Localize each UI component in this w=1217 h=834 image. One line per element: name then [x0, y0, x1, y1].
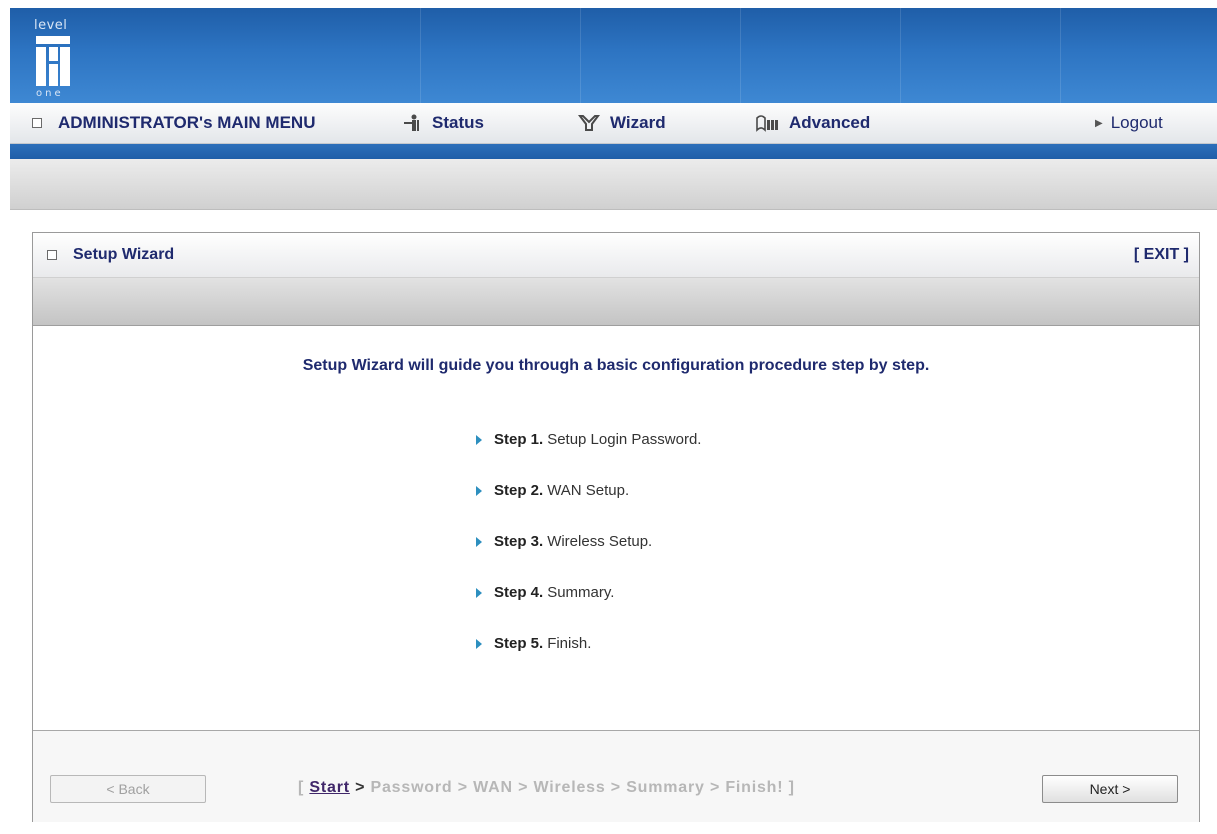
step-number: Step 1. [494, 431, 544, 448]
menu-logout-label: Logout [1110, 113, 1163, 132]
header-stripe [580, 8, 581, 103]
header-banner: level one [10, 8, 1217, 103]
step-item: Step 4. Summary. [476, 584, 701, 635]
header-stripe [1060, 8, 1061, 103]
menu-wizard[interactable]: Wizard [578, 103, 666, 143]
steps-list: Step 1. Setup Login Password. Step 2. WA… [476, 431, 701, 686]
triangle-bullet-icon [476, 435, 482, 445]
menu-wizard-label: Wizard [610, 113, 666, 132]
exit-link[interactable]: [ EXIT ] [1134, 246, 1189, 264]
step-number: Step 3. [494, 533, 544, 550]
back-button[interactable]: < Back [50, 775, 206, 803]
triangle-bullet-icon [476, 588, 482, 598]
setup-wizard-panel: Setup Wizard [ EXIT ] Setup Wizard will … [32, 232, 1200, 822]
step-text: Summary. [547, 584, 615, 601]
next-button[interactable]: Next > [1042, 775, 1178, 803]
crumb-start[interactable]: Start [309, 779, 349, 796]
crumb-open-bracket: [ [298, 779, 305, 796]
step-item: Step 2. WAN Setup. [476, 482, 701, 533]
panel-title-bar: Setup Wizard [ EXIT ] [33, 233, 1199, 278]
levelone-logo: level one [32, 18, 84, 103]
wizard-icon [578, 114, 600, 132]
menu-logout[interactable]: ▶ Logout [1095, 103, 1163, 143]
crumb-remaining: Password > WAN > Wireless > Summary > Fi… [370, 779, 795, 796]
menu-status[interactable]: Status [402, 103, 484, 143]
header-stripe [420, 8, 421, 103]
step-text: Finish. [547, 635, 592, 652]
panel-title-label: Setup Wizard [73, 246, 175, 263]
triangle-bullet-icon [476, 486, 482, 496]
wizard-footer: < Back [ Start > Password > WAN > Wirele… [33, 730, 1199, 822]
menu-advanced-label: Advanced [789, 113, 871, 132]
wizard-intro-text: Setup Wizard will guide you through a ba… [302, 357, 930, 374]
square-bullet-icon [32, 118, 42, 128]
triangle-bullet-icon [476, 639, 482, 649]
menu-status-label: Status [432, 113, 484, 132]
panel-title: Setup Wizard [47, 246, 174, 264]
step-text: Setup Login Password. [547, 431, 702, 448]
main-menu-bar: ADMINISTRATOR's MAIN MENU Status Wizard [10, 103, 1217, 144]
advanced-icon [755, 114, 779, 132]
step-number: Step 5. [494, 635, 544, 652]
menu-advanced[interactable]: Advanced [755, 103, 870, 143]
menu-admin-main[interactable]: ADMINISTRATOR's MAIN MENU [32, 103, 315, 143]
logo-text-bottom: one [36, 88, 64, 99]
logo-text-top: level [34, 18, 68, 33]
header-grey-band [10, 159, 1217, 210]
step-item: Step 1. Setup Login Password. [476, 431, 701, 482]
step-item: Step 3. Wireless Setup. [476, 533, 701, 584]
triangle-bullet-icon [476, 537, 482, 547]
wizard-progress-breadcrumb: [ Start > Password > WAN > Wireless > Su… [298, 779, 795, 797]
caret-right-icon: ▶ [1095, 117, 1103, 129]
panel-sub-bar [33, 278, 1199, 326]
logo-mark-icon [36, 36, 70, 86]
header-blue-band [10, 144, 1217, 159]
step-text: WAN Setup. [547, 482, 630, 499]
step-number: Step 2. [494, 482, 544, 499]
step-item: Step 5. Finish. [476, 635, 701, 686]
step-text: Wireless Setup. [547, 533, 653, 550]
menu-admin-label: ADMINISTRATOR's MAIN MENU [58, 113, 316, 132]
crumb-separator: > [355, 779, 366, 796]
person-icon [402, 114, 422, 132]
header-stripe [900, 8, 901, 103]
header-stripe [740, 8, 741, 103]
step-number: Step 4. [494, 584, 544, 601]
square-bullet-icon [47, 250, 57, 260]
